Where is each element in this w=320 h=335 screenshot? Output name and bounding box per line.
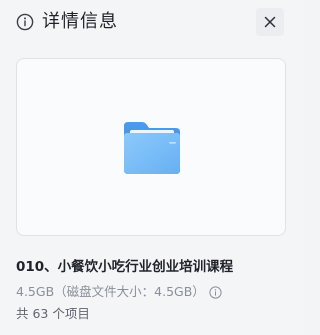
close-icon (264, 16, 276, 28)
disk-size: （磁盘文件大小：4.5GB） (54, 284, 205, 299)
details-header: 详情信息 (0, 0, 304, 44)
panel-title: 详情信息 (42, 11, 118, 32)
details-panel: 详情信息 010、小餐饮小吃行业创业培训课程 4.5GB （磁盘文件大小：4.5… (0, 0, 304, 335)
file-size: 4.5GB (16, 284, 55, 299)
file-size-row: 4.5GB （磁盘文件大小：4.5GB） (16, 283, 222, 301)
item-count: 共 63 个项目 (16, 306, 90, 321)
close-button[interactable] (256, 8, 284, 36)
file-preview (16, 58, 286, 236)
help-circle-icon[interactable] (209, 285, 222, 299)
file-name: 010、小餐饮小吃行业创业培训课程 (16, 259, 234, 275)
info-icon (16, 13, 34, 31)
folder-icon (124, 122, 180, 174)
